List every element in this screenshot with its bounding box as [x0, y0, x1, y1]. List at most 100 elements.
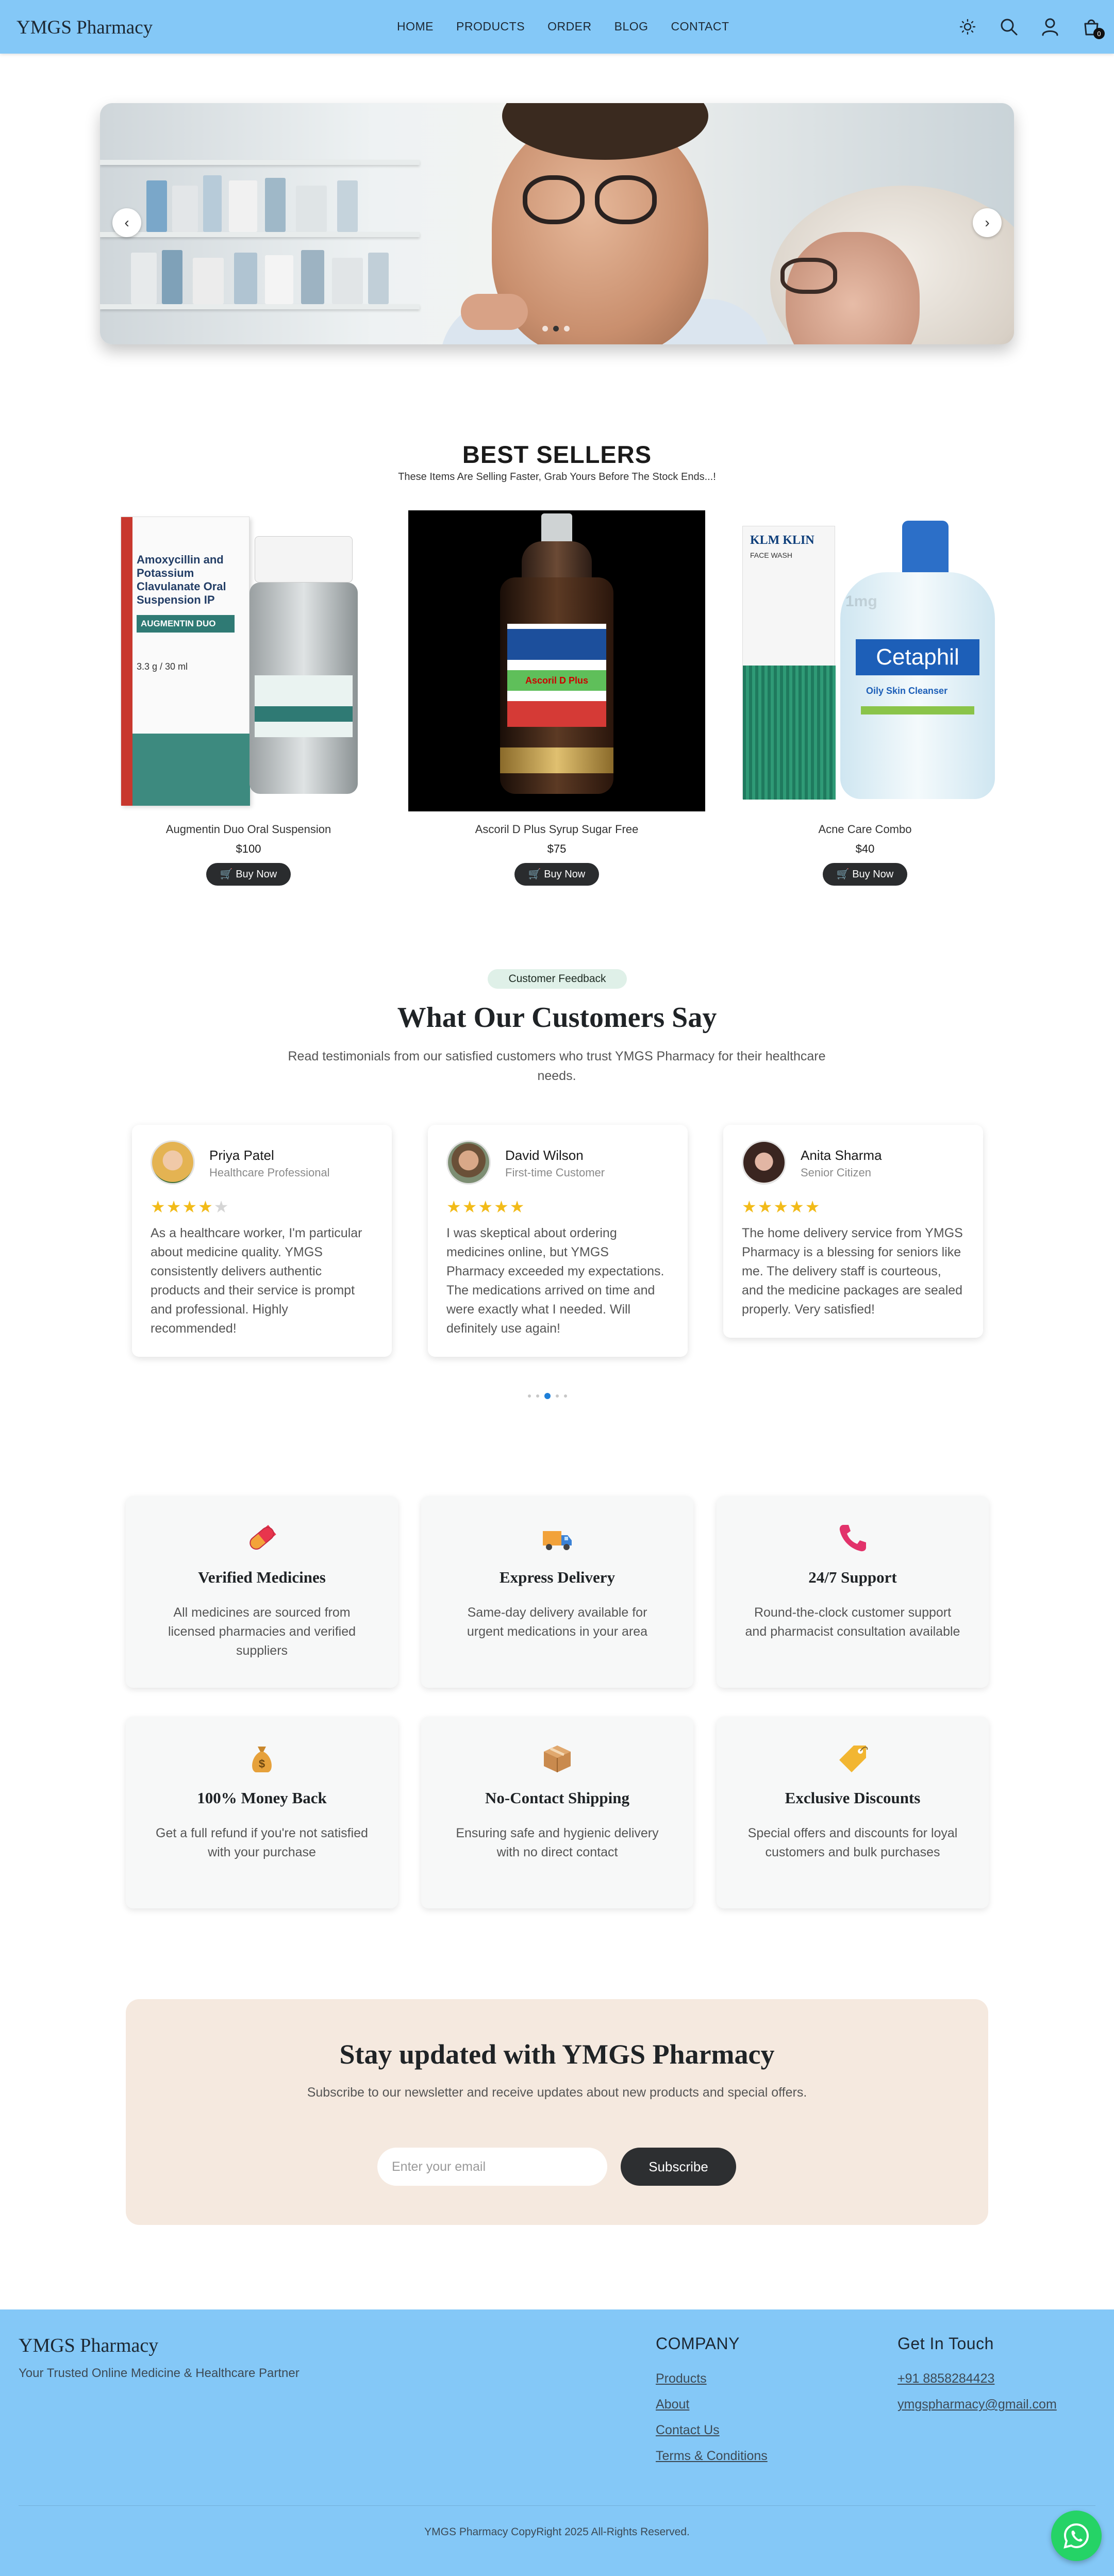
- whatsapp-icon: [1063, 2523, 1089, 2549]
- search-icon[interactable]: [999, 16, 1019, 37]
- testimonial-role: First-time Customer: [505, 1166, 605, 1179]
- cart-icon: 🛒: [836, 869, 850, 880]
- carousel-next-button[interactable]: ›: [973, 208, 1002, 237]
- sun-icon[interactable]: [957, 16, 978, 37]
- cart-icon: 🛒: [220, 869, 233, 880]
- testimonial-quote: As a healthcare worker, I'm particular a…: [151, 1226, 362, 1336]
- newsletter-section: Stay updated with YMGS Pharmacy Subscrib…: [126, 1999, 988, 2225]
- feature-title: 24/7 Support: [808, 1568, 897, 1586]
- testimonial-card: Priya Patel Healthcare Professional ★★★★…: [132, 1125, 392, 1357]
- product-price: $75: [547, 842, 567, 855]
- star-rating: ★★★★★: [742, 1197, 965, 1217]
- footer-phone[interactable]: +91 8858284423: [897, 2371, 994, 2386]
- user-icon[interactable]: [1040, 16, 1060, 37]
- footer-link-products[interactable]: Products: [656, 2371, 707, 2386]
- footer-link-contact-us[interactable]: Contact Us: [656, 2423, 720, 2438]
- buy-now-label: Buy Now: [236, 869, 277, 880]
- star-filled-icon: ★: [494, 1198, 510, 1216]
- nav-products[interactable]: PRODUCTS: [456, 20, 525, 34]
- product-name[interactable]: Ascoril D Plus Syrup Sugar Free: [408, 823, 705, 836]
- feature-description: Same-day delivery available for urgent m…: [467, 1605, 648, 1639]
- nav-contact[interactable]: CONTACT: [671, 20, 729, 34]
- buy-now-button[interactable]: 🛒 Buy Now: [514, 863, 599, 886]
- feature-card: $ 100% Money Back Get a full refund if y…: [126, 1717, 398, 1908]
- whatsapp-button[interactable]: [1051, 2511, 1102, 2561]
- footer-email[interactable]: ymgspharmacy@gmail.com: [897, 2397, 1057, 2412]
- testimonial-card: Anita Sharma Senior Citizen ★★★★★ The ho…: [723, 1125, 983, 1338]
- site-footer: YMGS Pharmacy Your Trusted Online Medici…: [0, 2309, 1114, 2576]
- carousel-dot[interactable]: [553, 326, 559, 331]
- best-sellers-title: BEST SELLERS: [462, 441, 652, 468]
- feature-title: Verified Medicines: [198, 1568, 326, 1586]
- feature-description: Round-the-clock customer support and pha…: [745, 1605, 960, 1639]
- star-filled-icon: ★: [462, 1198, 478, 1216]
- header-actions: 0: [957, 16, 1105, 39]
- feature-description: Ensuring safe and hygienic delivery with…: [456, 1826, 659, 1859]
- testimonial-quote: The home delivery service from YMGS Phar…: [742, 1226, 963, 1317]
- testimonial-role: Healthcare Professional: [209, 1166, 330, 1179]
- pill-icon: [126, 1522, 398, 1555]
- product-name[interactable]: Augmentin Duo Oral Suspension: [100, 823, 397, 836]
- pagination-dot[interactable]: [544, 1393, 551, 1399]
- product-card: Amoxycillin and Potassium Clavulanate Or…: [100, 510, 397, 886]
- nav-home[interactable]: HOME: [397, 20, 434, 34]
- newsletter-email-input[interactable]: [377, 2148, 607, 2186]
- buy-now-button[interactable]: 🛒 Buy Now: [206, 863, 291, 886]
- feature-title: No-Contact Shipping: [485, 1789, 629, 1807]
- star-filled-icon: ★: [789, 1198, 805, 1216]
- subscribe-button[interactable]: Subscribe: [621, 2148, 736, 2186]
- cart-icon: 🛒: [528, 869, 541, 880]
- feature-card: Express Delivery Same-day delivery avail…: [421, 1496, 693, 1688]
- star-filled-icon: ★: [742, 1198, 758, 1216]
- site-logo[interactable]: YMGS Pharmacy: [16, 16, 153, 39]
- feature-title: Express Delivery: [499, 1568, 616, 1586]
- testimonial-card: David Wilson First-time Customer ★★★★★ I…: [428, 1125, 688, 1357]
- feature-description: Special offers and discounts for loyal c…: [747, 1826, 958, 1859]
- money-bag-icon: $: [126, 1742, 398, 1775]
- product-image[interactable]: Ascoril D Plus: [408, 510, 705, 811]
- product-image[interactable]: KLM KLIN FACE WASH Cetaphil Oily Skin Cl…: [717, 510, 1013, 811]
- feature-description: Get a full refund if you're not satisfie…: [156, 1826, 368, 1859]
- footer-logo[interactable]: YMGS Pharmacy: [19, 2334, 158, 2357]
- cart-count-badge: 0: [1093, 28, 1105, 39]
- site-header: YMGS Pharmacy HOME PRODUCTS ORDER BLOG C…: [0, 0, 1114, 54]
- footer-link-about[interactable]: About: [656, 2397, 689, 2412]
- footer-link-terms[interactable]: Terms & Conditions: [656, 2449, 768, 2464]
- package-icon: [421, 1742, 693, 1775]
- buy-now-button[interactable]: 🛒 Buy Now: [823, 863, 907, 886]
- nav-blog[interactable]: BLOG: [614, 20, 649, 34]
- carousel-dot[interactable]: [542, 326, 548, 331]
- pagination-dot[interactable]: [528, 1394, 531, 1398]
- avatar: [742, 1140, 786, 1185]
- nav-order[interactable]: ORDER: [547, 20, 592, 34]
- star-filled-icon: ★: [151, 1198, 167, 1216]
- product-card: Ascoril D Plus Ascoril D Plus Syrup Suga…: [408, 510, 705, 886]
- star-filled-icon: ★: [446, 1198, 462, 1216]
- pagination-dot[interactable]: [564, 1394, 567, 1398]
- product-price: $40: [855, 842, 875, 855]
- star-rating: ★★★★★: [151, 1197, 373, 1217]
- footer-copyright: YMGS Pharmacy CopyRight 2025 All-Rights …: [424, 2526, 690, 2538]
- product-image[interactable]: Amoxycillin and Potassium Clavulanate Or…: [100, 510, 397, 811]
- hero-carousel[interactable]: ‹ ›: [100, 103, 1014, 344]
- footer-company-title: COMPANY: [656, 2334, 740, 2353]
- star-filled-icon: ★: [805, 1198, 821, 1216]
- carousel-prev-button[interactable]: ‹: [112, 208, 141, 237]
- testimonials-title: What Our Customers Say: [397, 1002, 717, 1034]
- hero-image: [100, 103, 1014, 344]
- pagination-dot[interactable]: [556, 1394, 559, 1398]
- product-card: KLM KLIN FACE WASH Cetaphil Oily Skin Cl…: [717, 510, 1013, 886]
- star-filled-icon: ★: [182, 1198, 198, 1216]
- cart-icon[interactable]: 0: [1081, 16, 1105, 39]
- pagination-dot[interactable]: [536, 1394, 539, 1398]
- best-sellers-subtitle: These Items Are Selling Faster, Grab You…: [398, 471, 716, 483]
- newsletter-subtitle: Subscribe to our newsletter and receive …: [307, 2085, 807, 2100]
- star-rating: ★★★★★: [446, 1197, 669, 1217]
- footer-tagline: Your Trusted Online Medicine & Healthcar…: [19, 2366, 300, 2380]
- phone-icon: [717, 1522, 989, 1555]
- avatar: [151, 1140, 195, 1185]
- product-price: $100: [236, 842, 261, 855]
- product-name[interactable]: Acne Care Combo: [717, 823, 1013, 836]
- carousel-dot[interactable]: [564, 326, 570, 331]
- feature-card: Exclusive Discounts Special offers and d…: [717, 1717, 989, 1908]
